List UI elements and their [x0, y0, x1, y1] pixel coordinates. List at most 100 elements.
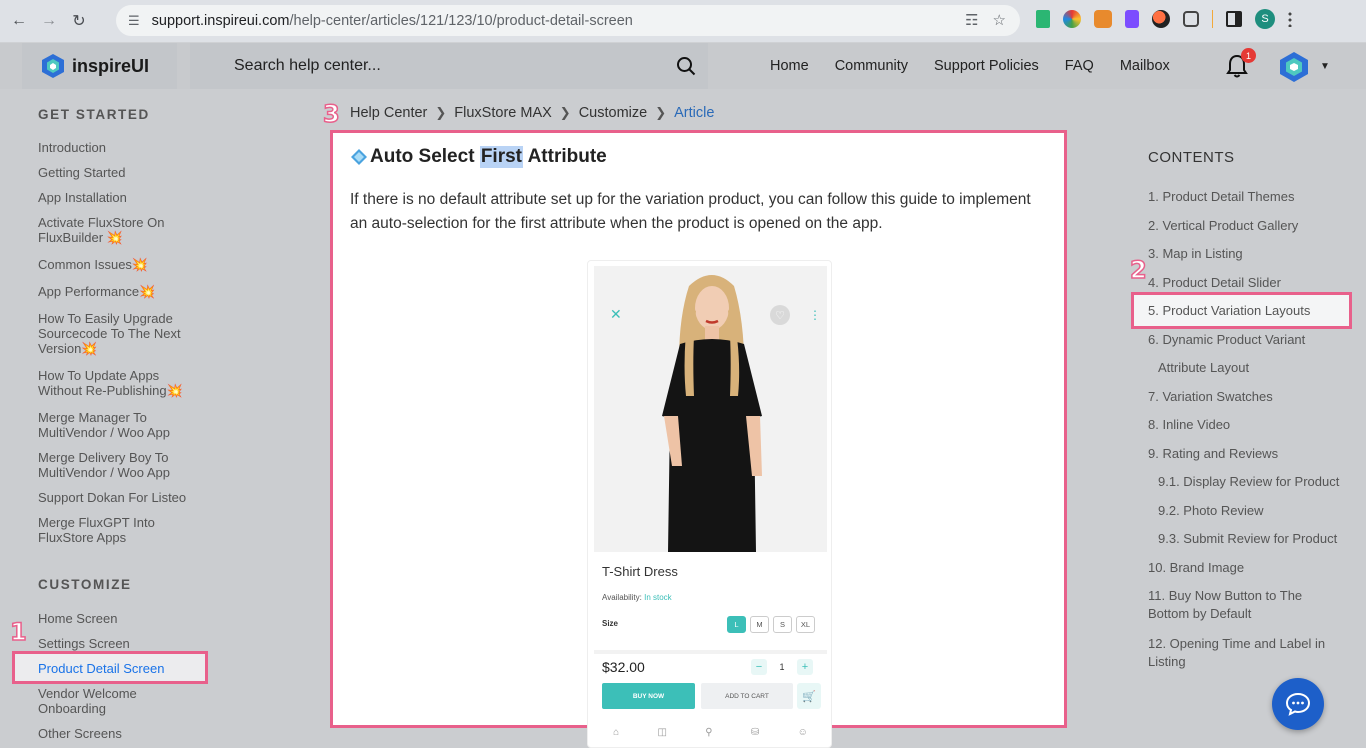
plus-icon[interactable]: + [797, 659, 813, 675]
sidebar-item-merge-manager[interactable]: Merge Manager To MultiVendor / Woo App [38, 410, 198, 440]
translate-icon[interactable]: ☶ [965, 11, 978, 29]
nav-community[interactable]: Community [835, 58, 908, 74]
toc-item[interactable]: 7. Variation Swatches [1148, 388, 1358, 406]
extension-icon[interactable] [1125, 10, 1139, 28]
toc-item[interactable]: 9.2. Photo Review [1158, 502, 1366, 520]
size-option-m[interactable]: M [750, 616, 769, 633]
cart-icon[interactable]: 🛒 [797, 683, 821, 709]
cart-icon[interactable]: ⛁ [751, 727, 759, 738]
section-title-customize: CUSTOMIZE [38, 577, 132, 592]
article-body: If there is no default attribute set up … [350, 191, 1031, 232]
more-menu-icon[interactable] [1288, 11, 1292, 27]
toc-item[interactable]: 9.1. Display Review for Product [1158, 473, 1366, 491]
url-path: /help-center/articles/121/123/10/product… [289, 12, 633, 29]
sidebar-item-merge-fluxgpt[interactable]: Merge FluxGPT Into FluxStore Apps [38, 515, 198, 545]
breadcrumb-help-center[interactable]: Help Center [350, 105, 427, 121]
quantity-stepper: − 1 + [751, 659, 813, 675]
size-option-s[interactable]: S [773, 616, 792, 633]
reload-icon[interactable]: ↻ [68, 10, 90, 32]
user-icon[interactable]: ☺ [798, 727, 808, 738]
size-option-l[interactable]: L [727, 616, 746, 633]
toc-item[interactable]: 4. Product Detail Slider [1148, 274, 1358, 292]
nav-mailbox[interactable]: Mailbox [1120, 58, 1170, 74]
sidebar-item-activate-fluxstore[interactable]: Activate FluxStore On FluxBuilder 💥 [38, 215, 198, 245]
extension-icon[interactable] [1063, 10, 1081, 28]
url-host: support.inspireui.com [151, 12, 290, 29]
buy-now-button[interactable]: BUY NOW [602, 683, 695, 709]
sidebar-item-common-issues[interactable]: Common Issues💥 [38, 257, 228, 272]
sidebar-item-merge-delivery-boy[interactable]: Merge Delivery Boy To MultiVendor / Woo … [38, 450, 198, 480]
toc-item-active[interactable]: 5. Product Variation Layouts [1148, 302, 1358, 320]
toc-item[interactable]: 11. Buy Now Button to The Bottom by Defa… [1148, 587, 1323, 623]
breadcrumb-fluxstore-max[interactable]: FluxStore MAX [454, 105, 552, 121]
sidebar-item-app-performance[interactable]: App Performance💥 [38, 284, 228, 299]
diamond-icon [351, 149, 367, 165]
sidebar-item-support-dokan[interactable]: Support Dokan For Listeo [38, 490, 228, 505]
toc-item[interactable]: 9.3. Submit Review for Product [1158, 530, 1366, 548]
toc-item[interactable]: 10. Brand Image [1148, 559, 1358, 577]
back-icon[interactable]: ← [8, 10, 30, 32]
toc-item[interactable]: 8. Inline Video [1148, 416, 1358, 434]
sidebar-item-product-detail-screen[interactable]: Product Detail Screen [38, 661, 228, 676]
sidebar-item-other-screens[interactable]: Other Screens [38, 726, 228, 741]
sidebar-item-introduction[interactable]: Introduction [38, 140, 228, 155]
availability-value: In stock [644, 593, 672, 602]
bookmark-star-icon[interactable]: ☆ [993, 11, 1006, 29]
breadcrumb-customize[interactable]: Customize [579, 105, 648, 121]
more-vertical-icon[interactable]: ⋮ [809, 308, 821, 322]
toc-item[interactable]: 6. Dynamic Product Variant [1148, 331, 1358, 349]
sidebar-item-settings-screen[interactable]: Settings Screen [38, 636, 228, 651]
site-logo[interactable]: inspireUI [22, 43, 177, 89]
sidebar-item-update-apps[interactable]: How To Update Apps Without Re-Publishing… [38, 368, 198, 398]
minus-icon[interactable]: − [751, 659, 767, 675]
chat-icon [1285, 692, 1311, 716]
search-icon[interactable] [676, 56, 696, 76]
search-icon[interactable]: ⚲ [705, 727, 712, 738]
toolbar-divider [1212, 10, 1213, 28]
toc-item[interactable]: 3. Map in Listing [1148, 245, 1358, 263]
profile-avatar[interactable]: S [1255, 9, 1275, 29]
browser-toolbar: ← → ↻ ☰ support.inspireui.com/help-cente… [0, 0, 1366, 42]
chat-button[interactable] [1272, 678, 1324, 730]
site-info-icon[interactable]: ☰ [128, 13, 140, 29]
toc-item[interactable]: 2. Vertical Product Gallery [1148, 217, 1358, 235]
toc-item[interactable]: 1. Product Detail Themes [1148, 188, 1358, 206]
article-title: Auto Select First Attribute [350, 146, 607, 168]
product-photo: ✕ ♡ ⋮ [594, 266, 827, 552]
search-input[interactable]: Search help center... [190, 43, 708, 89]
annotation-marker-1: 1 [9, 617, 27, 647]
extension-icon[interactable] [1152, 10, 1170, 28]
search-placeholder: Search help center... [234, 57, 381, 74]
close-icon[interactable]: ✕ [610, 306, 622, 323]
breadcrumb-article[interactable]: Article [674, 105, 714, 121]
side-panel-icon[interactable] [1226, 11, 1242, 27]
sidebar-item-upgrade-sourcecode[interactable]: How To Easily Upgrade Sourcecode To The … [38, 311, 198, 356]
forward-icon[interactable]: → [38, 10, 60, 32]
extension-icon[interactable] [1036, 10, 1050, 28]
sidebar-item-app-installation[interactable]: App Installation [38, 190, 228, 205]
size-option-xl[interactable]: XL [796, 616, 815, 633]
add-to-cart-button[interactable]: ADD TO CART [701, 683, 793, 709]
article-title-part: Auto Select [370, 146, 480, 167]
section-title-get-started: GET STARTED [38, 107, 150, 122]
toc-item[interactable]: 12. Opening Time and Label in Listing [1148, 635, 1338, 671]
product-name: T-Shirt Dress [602, 564, 678, 579]
extension-icon[interactable] [1094, 10, 1112, 28]
annotation-marker-3: 3 [322, 99, 340, 129]
size-options: L M S XL [727, 616, 815, 633]
sidebar-item-home-screen[interactable]: Home Screen [38, 611, 228, 626]
address-bar[interactable]: ☰ support.inspireui.com/help-center/arti… [116, 5, 1020, 36]
puzzle-icon[interactable] [1183, 11, 1199, 27]
heart-icon[interactable]: ♡ [770, 305, 790, 325]
home-icon[interactable]: ⌂ [613, 727, 619, 738]
toc-item[interactable]: Attribute Layout [1158, 359, 1366, 377]
sidebar-item-getting-started[interactable]: Getting Started [38, 165, 228, 180]
nav-support-policies[interactable]: Support Policies [934, 58, 1039, 74]
user-avatar[interactable] [1277, 50, 1311, 84]
book-icon[interactable]: ◫ [658, 727, 667, 738]
toc-item[interactable]: 9. Rating and Reviews [1148, 445, 1358, 463]
nav-faq[interactable]: FAQ [1065, 58, 1094, 74]
sidebar-item-vendor-welcome[interactable]: Vendor Welcome Onboarding [38, 686, 198, 716]
nav-home[interactable]: Home [770, 58, 809, 74]
chevron-down-icon[interactable]: ▼ [1320, 61, 1330, 72]
